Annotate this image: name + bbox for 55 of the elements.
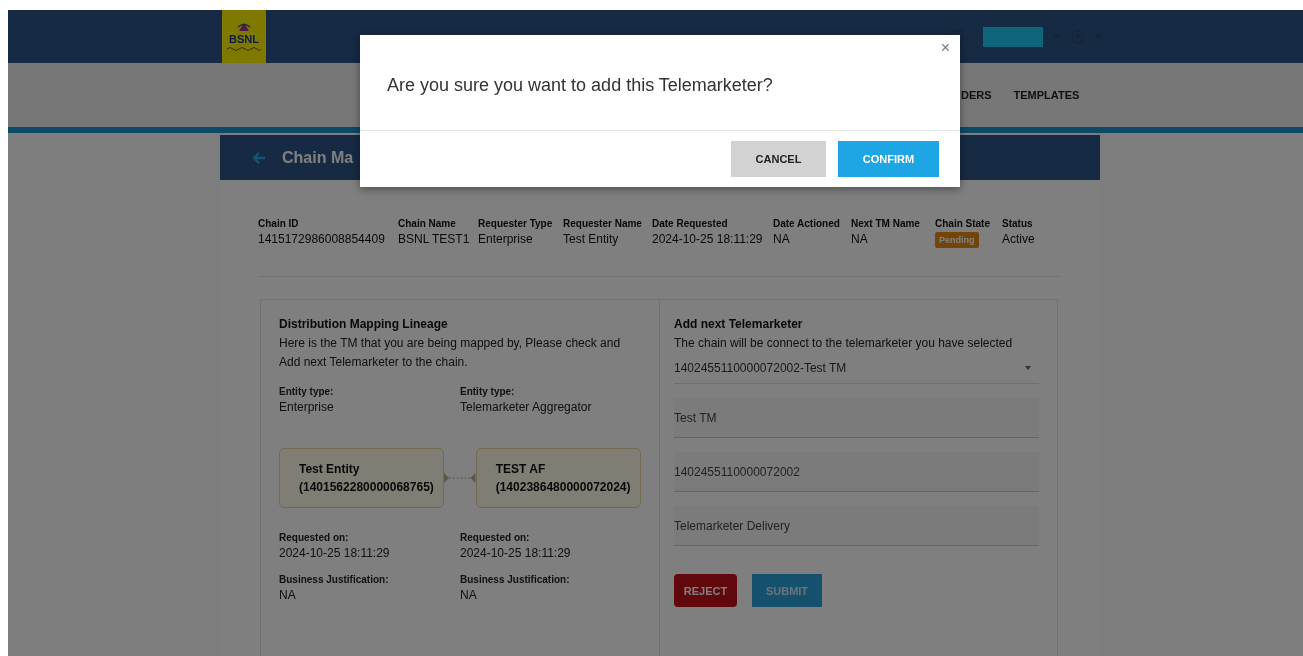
telemarketer-dropdown[interactable]: 1402455110000072002-Test TM (674, 355, 1039, 384)
node-name: Test Entity (299, 462, 361, 476)
page-title: Chain Ma (282, 148, 354, 167)
status-badge: Pending (935, 232, 979, 248)
info-label: Date Requested (652, 218, 729, 229)
info-value: Enterprise (478, 232, 534, 246)
field-value: NA (279, 588, 297, 602)
field-value: 2024-10-25 18:11:29 (279, 546, 391, 560)
logo-text: BSNL (229, 32, 259, 45)
cancel-button[interactable]: CANCEL (731, 141, 826, 177)
confirm-button[interactable]: CONFIRM (838, 141, 939, 177)
node-id: (1401562280000068765) (299, 480, 435, 494)
info-value: Test Entity (563, 232, 620, 246)
field-label: Requested on: (460, 532, 531, 543)
field-value: NA (460, 588, 478, 602)
info-value: NA (773, 232, 791, 246)
section-description: The chain will be connect to the telemarketer you have selected (674, 335, 1014, 352)
field-label: Business Justification: (460, 574, 571, 585)
redaction-block (983, 26, 1043, 47)
nav-link[interactable]: DERS (961, 89, 992, 101)
info-label: Chain Name (398, 218, 457, 229)
nav-link[interactable]: TEMPLATES (1013, 89, 1080, 101)
info-value: 2024-10-25 18:11:29 (652, 232, 764, 246)
info-value: NA (851, 232, 869, 246)
field-label: Entity type: (460, 386, 516, 397)
node-name: TEST AF (495, 462, 547, 476)
field-value: Telemarketer Aggregator (460, 400, 593, 414)
section-description: Here is the TM that you are being mapped by, Please check and Add next Telemarketer to the chain. (279, 335, 622, 371)
info-value: Active (1002, 232, 1036, 246)
info-label: Chain State (935, 218, 991, 229)
connector-line (444, 471, 476, 485)
section-title: Add next Telemarketer (674, 317, 804, 331)
info-label: Requester Name (563, 218, 643, 229)
field-label: Business Justification: (279, 574, 390, 585)
info-value: 1415172986008854409 (258, 232, 386, 246)
info-label: Requester Type (478, 218, 554, 229)
input-field[interactable]: 1402455110000072002 (674, 452, 1039, 492)
back-arrow-icon[interactable] (252, 151, 266, 164)
info-value: BSNL TEST1 (398, 232, 471, 246)
input-field[interactable]: Test TM (674, 398, 1039, 438)
info-label: Next TM Name (851, 218, 921, 229)
field-value: 2024-10-25 18:11:29 (460, 546, 572, 560)
field-label: Requested on: (279, 532, 350, 543)
info-label: Chain ID (258, 218, 300, 229)
bsnl-logo[interactable]: BSNL (222, 10, 266, 63)
node-id: (1402386480000072024) (495, 480, 632, 494)
section-title: Distribution Mapping Lineage (279, 317, 449, 331)
info-label: Date Actioned (773, 218, 841, 229)
caret-icon (1025, 366, 1031, 370)
reject-button[interactable]: REJECT (674, 574, 737, 607)
close-button[interactable]: × (938, 39, 952, 57)
input-field[interactable]: Telemarketer Delivery (674, 506, 1039, 546)
field-value: Enterprise (279, 400, 335, 414)
field-label: Entity type: (279, 386, 335, 397)
info-label: Status (1002, 218, 1034, 229)
